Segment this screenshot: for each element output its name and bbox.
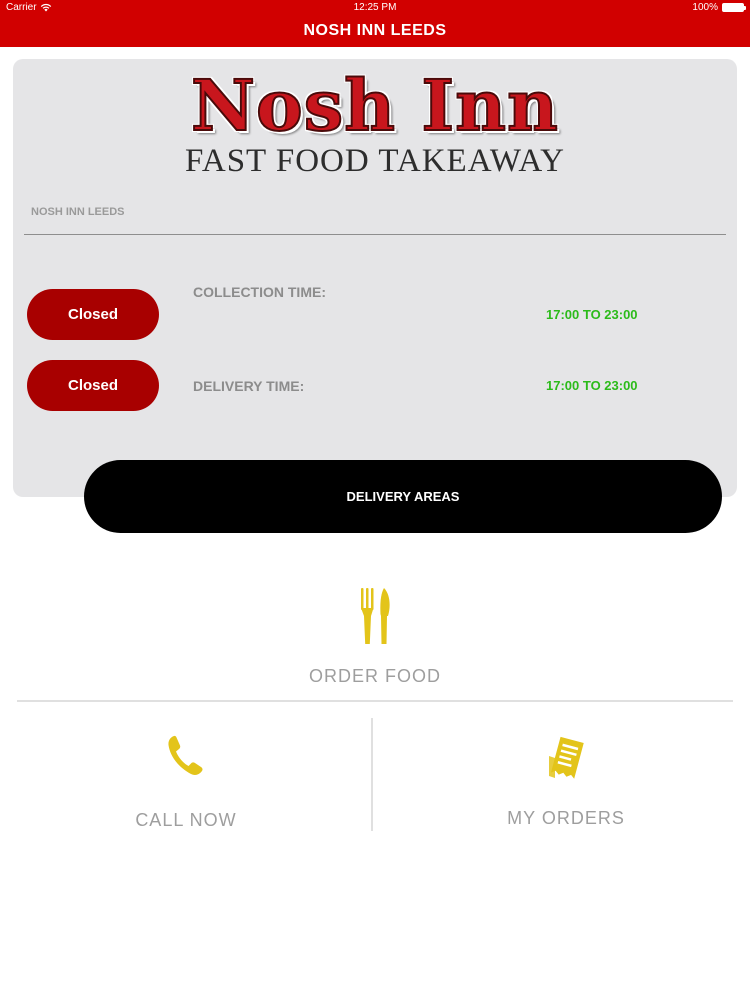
delivery-hours: 17:00 TO 23:00 xyxy=(546,378,638,393)
phone-icon xyxy=(168,735,203,775)
order-food-label: ORDER FOOD xyxy=(308,666,441,686)
logo-subtitle: FAST FOOD TAKEAWAY xyxy=(184,143,566,179)
delivery-time-label: DELIVERY TIME: xyxy=(193,378,305,394)
horizontal-divider xyxy=(17,700,733,702)
status-time: 12:25 PM xyxy=(353,2,397,13)
app-header: Carrier 12:25 PM 100% NOSH INN LEEDS xyxy=(0,0,750,47)
status-bar-right: 100% xyxy=(692,2,746,13)
store-info-card: Nosh Inn FAST FOOD TAKEAWAY NOSH INN LEE… xyxy=(13,59,737,497)
battery-icon xyxy=(722,3,746,12)
battery-percent: 100% xyxy=(692,2,718,13)
delivery-status-button[interactable]: Closed xyxy=(27,360,159,411)
delivery-areas-button[interactable]: DELIVERY AREAS xyxy=(84,460,722,533)
fork-knife-icon xyxy=(361,588,390,644)
page-title: NOSH INN LEEDS xyxy=(303,22,447,39)
call-now-button[interactable]: CALL NOW xyxy=(0,718,372,833)
call-now-label: CALL NOW xyxy=(135,810,237,830)
logo-title: Nosh Inn xyxy=(190,64,559,147)
collection-hours: 17:00 TO 23:00 xyxy=(546,307,638,322)
my-orders-button[interactable]: MY ORDERS xyxy=(374,718,750,833)
collection-status-button[interactable]: Closed xyxy=(27,289,159,340)
order-food-button[interactable]: ORDER FOOD xyxy=(0,580,750,695)
store-logo: Nosh Inn FAST FOOD TAKEAWAY xyxy=(13,64,737,180)
store-name: NOSH INN LEEDS xyxy=(31,206,125,218)
receipt-icon xyxy=(549,736,584,779)
my-orders-label: MY ORDERS xyxy=(507,808,625,828)
card-divider xyxy=(24,234,726,235)
collection-time-label: COLLECTION TIME: xyxy=(193,284,326,300)
